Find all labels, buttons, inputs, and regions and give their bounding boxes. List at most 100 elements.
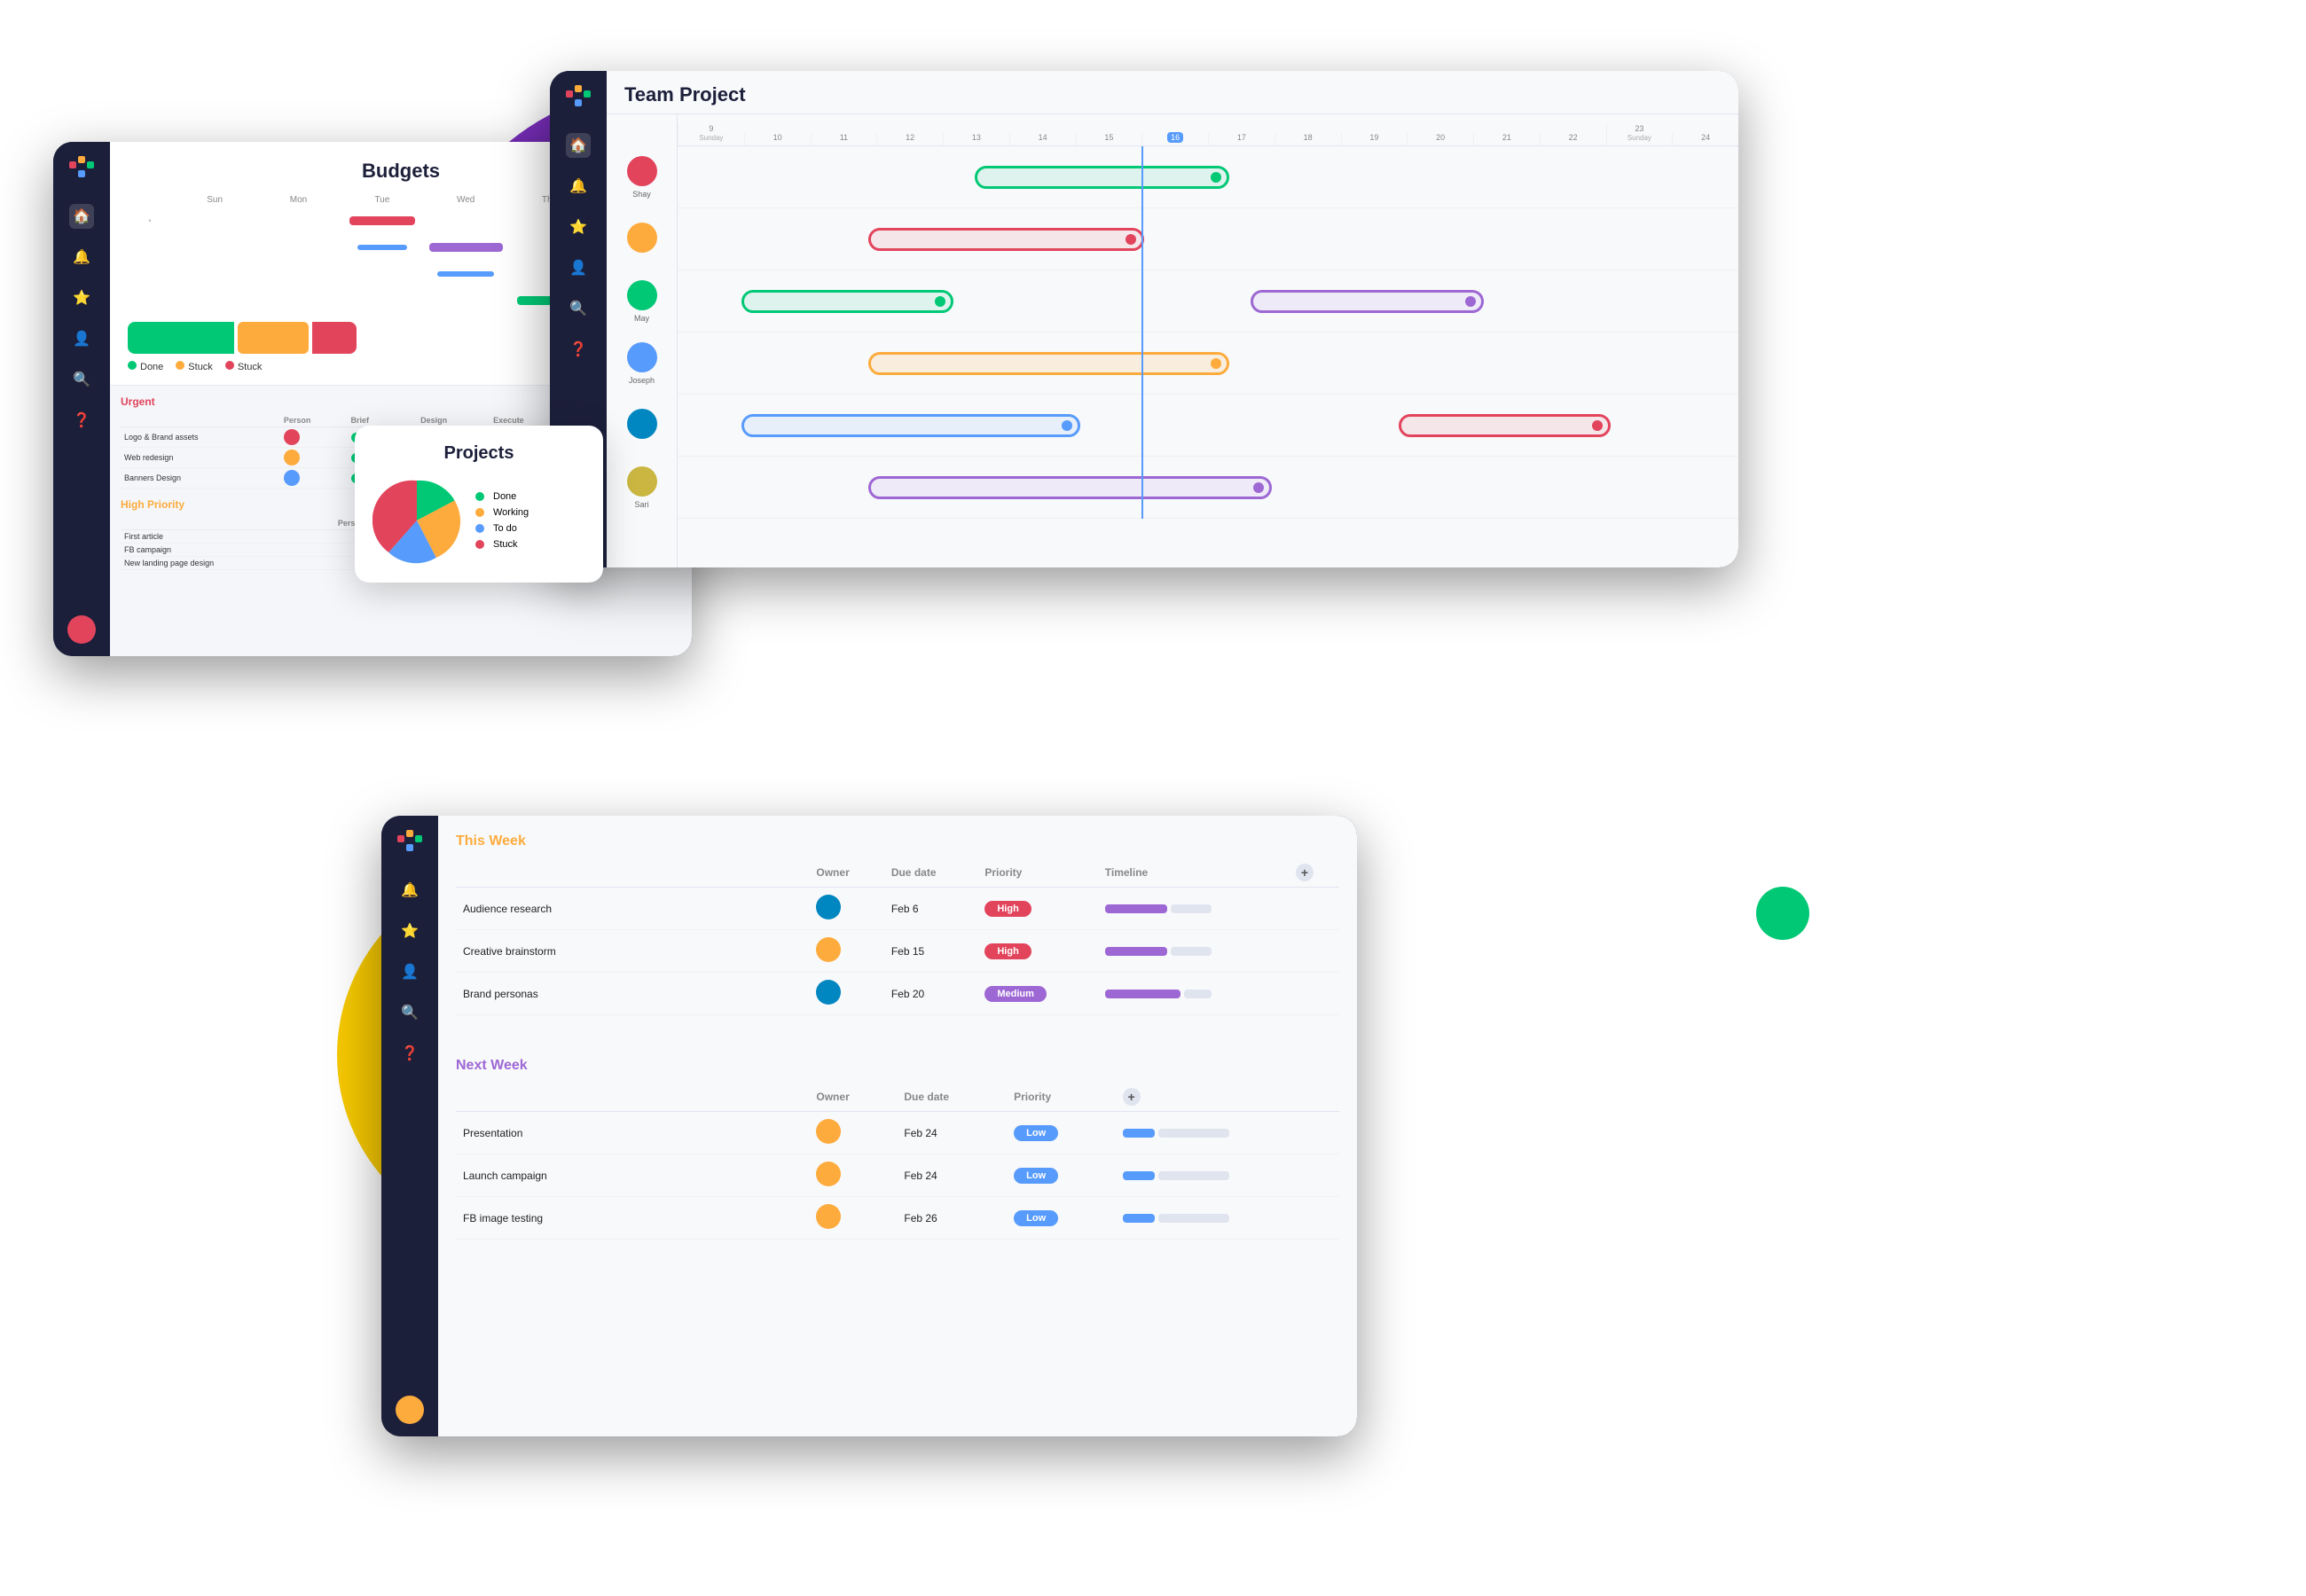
sidebar-home-icon[interactable]: 🏠	[69, 204, 94, 229]
tl-empty-presentation	[1158, 1129, 1229, 1138]
bar-may-green	[741, 290, 953, 313]
gantt-chart-area: 9Sunday 10 11 12 13 14 15 16 17 18 19 20…	[678, 114, 1738, 567]
date-21: 21	[1473, 133, 1540, 145]
priority-badge-presentation: Low	[1014, 1125, 1058, 1141]
tl-fill-launch	[1123, 1171, 1155, 1180]
date-22: 22	[1540, 133, 1606, 145]
date-17: 17	[1208, 133, 1275, 145]
task-name-personas: Brand personas	[456, 973, 809, 1015]
legend-done: Done	[140, 362, 163, 372]
date-20: 20	[1407, 133, 1473, 145]
avatar-joseph	[627, 342, 657, 372]
app-logo[interactable]	[67, 153, 96, 181]
gantt-bell-icon[interactable]: 🔔	[566, 174, 591, 199]
date-19: 19	[1341, 133, 1408, 145]
today-badge: 16	[1167, 132, 1183, 143]
tasks-user-icon[interactable]: 👤	[397, 959, 422, 984]
task-due-fb: Feb 26	[897, 1197, 1007, 1240]
task-priority-audience: High	[977, 888, 1097, 930]
bar-joseph	[868, 352, 1229, 375]
working-label: Working	[493, 507, 529, 518]
date-9: 9Sunday	[678, 124, 744, 145]
avatar-5	[627, 409, 657, 439]
date-11: 11	[811, 133, 877, 145]
gantt-rows-container	[678, 146, 1738, 519]
tasks-sidebar-avatar[interactable]	[396, 1396, 424, 1424]
cal-tue: Tue	[341, 193, 423, 207]
row-name: Web redesign	[121, 448, 280, 468]
gantt-help-icon[interactable]: ❓	[566, 337, 591, 362]
gantt-person-sari: Sari	[607, 457, 677, 519]
gantt-logo[interactable]	[564, 82, 592, 110]
bar-dot-sari	[1253, 482, 1264, 493]
sidebar-tasks: 🔔 ⭐ 👤 🔍 ❓	[381, 816, 438, 1436]
task-priority-presentation: Low	[1007, 1112, 1115, 1154]
sidebar-star-icon[interactable]: ⭐	[69, 286, 94, 310]
gantt-row-1	[678, 146, 1738, 208]
next-week-add[interactable]: +	[1123, 1088, 1141, 1106]
gantt-star-icon[interactable]: ⭐	[566, 215, 591, 239]
gantt-main-content: Team Project Shay May	[607, 71, 1738, 567]
legend-stuck2: Stuck	[238, 362, 263, 372]
tasks-search-icon[interactable]: 🔍	[397, 1000, 422, 1025]
screen-tasks: 🔔 ⭐ 👤 🔍 ❓ This Week Owner Due date Prior…	[381, 816, 1357, 1436]
gantt-body: Shay May Joseph	[607, 114, 1738, 567]
row-name: FB campaign	[121, 544, 334, 557]
gantt-search-icon[interactable]: 🔍	[566, 296, 591, 321]
th2-due: Due date	[897, 1083, 1007, 1112]
tasks-main-content: This Week Owner Due date Priority Timeli…	[438, 816, 1357, 1436]
task-timeline-presentation	[1116, 1112, 1339, 1154]
owner-avatar-launch	[816, 1162, 841, 1186]
gantt-home-icon[interactable]: 🏠	[566, 133, 591, 158]
task-timeline-personas	[1098, 973, 1289, 1015]
name-shay: Shay	[632, 190, 651, 199]
gantt-header: Team Project	[607, 71, 1738, 114]
row-name: Logo & Brand assets	[121, 427, 280, 448]
sidebar-bell-icon[interactable]: 🔔	[69, 245, 94, 270]
row-person	[280, 448, 348, 468]
gantt-dates-header: 9Sunday 10 11 12 13 14 15 16 17 18 19 20…	[678, 114, 1738, 146]
task-name-audience: Audience research	[456, 888, 809, 930]
tl-empty-audience	[1171, 904, 1212, 913]
task-name-launch: Launch campaign	[456, 1154, 809, 1197]
th-owner: Owner	[809, 858, 883, 888]
bar-sari	[868, 476, 1271, 499]
owner-avatar-fb	[816, 1204, 841, 1229]
stuck-dot	[475, 540, 484, 549]
tl-empty-fb	[1158, 1214, 1229, 1223]
row-person	[280, 468, 348, 489]
tl-fill-brainstorm	[1105, 947, 1167, 956]
tasks-help-icon[interactable]: ❓	[397, 1041, 422, 1066]
task-due-personas: Feb 20	[884, 973, 978, 1015]
tl-empty-launch	[1158, 1171, 1229, 1180]
th2-owner: Owner	[809, 1083, 897, 1112]
tasks-logo[interactable]	[396, 826, 424, 855]
gantt-user-icon[interactable]: 👤	[566, 255, 591, 280]
date-10: 10	[744, 133, 811, 145]
sidebar-search-icon[interactable]: 🔍	[69, 367, 94, 392]
tasks-bell-icon[interactable]: 🔔	[397, 878, 422, 903]
sidebar-help-icon[interactable]: ❓	[69, 408, 94, 433]
this-week-add[interactable]: +	[1296, 864, 1314, 881]
tasks-star-icon[interactable]: ⭐	[397, 919, 422, 943]
pie-legend: Done Working To do Stuck	[475, 491, 529, 550]
row-name: New landing page design	[121, 557, 334, 570]
sidebar-user-icon[interactable]: 👤	[69, 326, 94, 351]
date-13: 13	[943, 133, 1009, 145]
bar-dot-row5-red	[1592, 420, 1603, 431]
task-row-brainstorm: Creative brainstorm Feb 15 High	[456, 930, 1339, 973]
sidebar-avatar[interactable]	[67, 615, 96, 644]
screen-gantt: 🏠 🔔 ⭐ 👤 🔍 ❓ Team Project Shay	[550, 71, 1738, 567]
th2-task	[456, 1083, 809, 1112]
date-24: 24	[1672, 133, 1738, 145]
owner-avatar-personas	[816, 980, 841, 1005]
bar-row2	[868, 228, 1144, 251]
name-may: May	[634, 314, 649, 323]
pie-chart	[373, 476, 461, 565]
cal-wed: Wed	[425, 193, 506, 207]
timeline-bar-personas	[1105, 990, 1212, 998]
today-line	[1141, 146, 1143, 519]
bg-circle-green	[1756, 887, 1809, 940]
sidebar-left: 🏠 🔔 ⭐ 👤 🔍 ❓	[53, 142, 110, 656]
th-add: +	[1289, 858, 1339, 888]
